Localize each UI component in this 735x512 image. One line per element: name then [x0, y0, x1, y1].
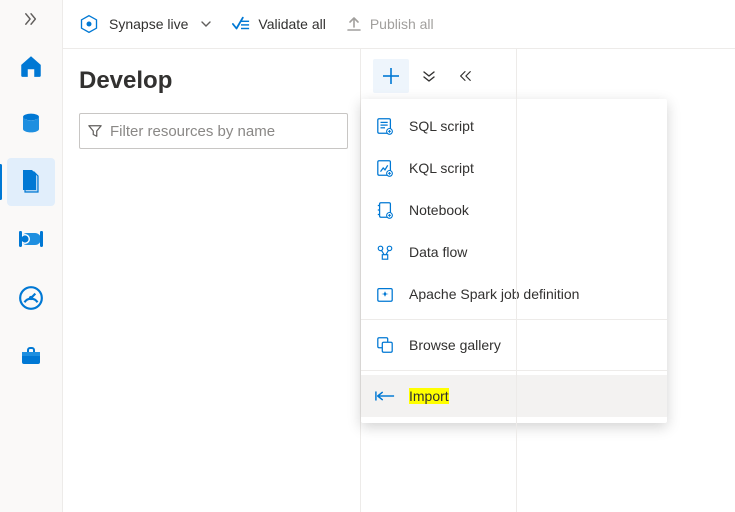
validate-icon: [232, 16, 250, 32]
filter-box[interactable]: [79, 113, 348, 149]
chevron-left-double-icon: [458, 69, 472, 83]
publish-icon: [346, 16, 362, 32]
editor-panel: SQL script KQL script Notebook: [360, 48, 735, 512]
database-icon: [19, 111, 43, 137]
publish-label: Publish all: [370, 16, 434, 32]
menu-browse-gallery[interactable]: Browse gallery: [361, 324, 667, 366]
plus-icon: [382, 67, 400, 85]
sidebar-collapse-button[interactable]: [7, 6, 55, 32]
workspace-label: Synapse live: [109, 16, 188, 32]
nav-data[interactable]: [7, 100, 55, 148]
menu-label: SQL script: [409, 118, 474, 134]
menu-divider: [361, 370, 667, 371]
import-icon: [375, 389, 395, 403]
nav-monitor[interactable]: [7, 274, 55, 322]
left-nav-sidebar: [0, 0, 63, 512]
menu-label: KQL script: [409, 160, 474, 176]
nav-home[interactable]: [7, 42, 55, 90]
nav-integrate[interactable]: [7, 216, 55, 264]
menu-label: Notebook: [409, 202, 469, 218]
top-toolbar: Synapse live Validate all Publish all: [63, 0, 735, 48]
validate-label: Validate all: [258, 16, 325, 32]
menu-sql-script[interactable]: SQL script: [361, 105, 667, 147]
collapse-all-button[interactable]: [449, 60, 481, 92]
nav-manage[interactable]: [7, 332, 55, 380]
page-title: Develop: [79, 67, 348, 95]
vertical-divider: [516, 48, 517, 512]
notebook-icon: [375, 201, 395, 219]
sql-script-icon: [375, 117, 395, 135]
menu-divider: [361, 319, 667, 320]
filter-icon: [88, 124, 102, 138]
resource-panel: Develop: [63, 48, 360, 512]
gallery-icon: [375, 336, 395, 354]
publish-all-button: Publish all: [346, 16, 434, 32]
menu-label: Data flow: [409, 244, 467, 260]
expand-all-button[interactable]: [413, 60, 445, 92]
chevron-right-double-icon: [24, 12, 38, 26]
menu-spark-job[interactable]: Apache Spark job definition: [361, 273, 667, 315]
menu-import[interactable]: Import: [361, 375, 667, 417]
file-code-icon: [19, 169, 43, 195]
toolbox-icon: [18, 344, 44, 368]
resource-actions: [373, 59, 735, 93]
menu-kql-script[interactable]: KQL script: [361, 147, 667, 189]
pipeline-icon: [17, 229, 45, 251]
gauge-icon: [18, 285, 44, 311]
menu-label: Apache Spark job definition: [409, 286, 579, 302]
add-resource-button[interactable]: [373, 59, 409, 93]
main-area: Synapse live Validate all Publish all De…: [63, 0, 735, 512]
synapse-icon: [79, 14, 99, 34]
menu-label: Browse gallery: [409, 337, 501, 353]
validate-all-button[interactable]: Validate all: [232, 16, 325, 32]
workspace-switcher[interactable]: Synapse live: [79, 14, 212, 34]
chevron-down-double-icon: [422, 69, 436, 83]
menu-label: Import: [409, 388, 449, 404]
filter-input[interactable]: [110, 123, 339, 140]
menu-dataflow[interactable]: Data flow: [361, 231, 667, 273]
nav-develop[interactable]: [7, 158, 55, 206]
content-area: Develop: [63, 48, 735, 512]
add-resource-menu: SQL script KQL script Notebook: [361, 99, 667, 423]
chevron-down-icon: [200, 18, 212, 30]
menu-notebook[interactable]: Notebook: [361, 189, 667, 231]
dataflow-icon: [375, 243, 395, 261]
home-icon: [18, 53, 44, 79]
kql-script-icon: [375, 159, 395, 177]
spark-icon: [375, 285, 395, 303]
